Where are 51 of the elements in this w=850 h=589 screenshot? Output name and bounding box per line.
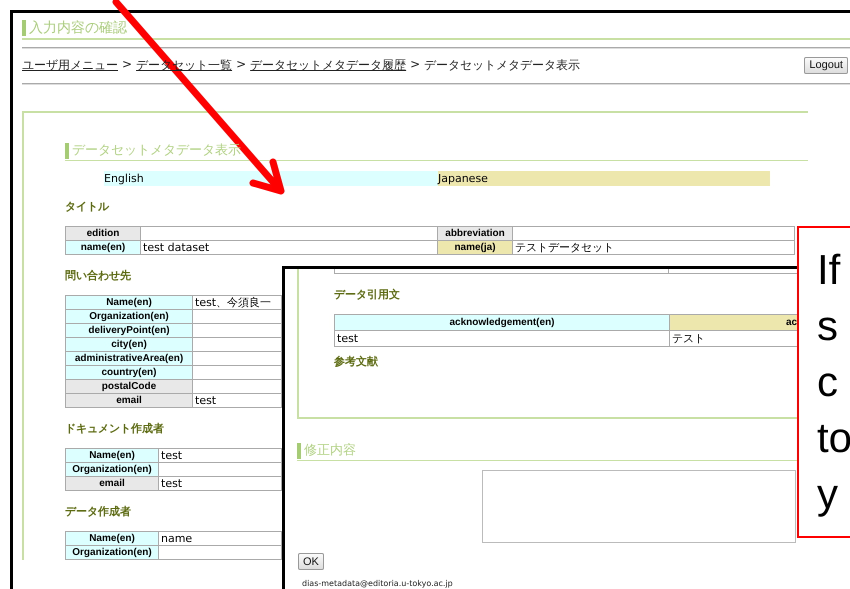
field-label: city(en)	[66, 338, 192, 352]
field-label: Organization(en)	[66, 310, 192, 324]
callout-text: c	[817, 357, 839, 407]
breadcrumb-current: データセットメタデータ表示	[424, 56, 580, 74]
section-title: 修正内容	[297, 443, 356, 459]
breadcrumb-separator: >	[236, 56, 246, 72]
field-label: deliveryPoint(en)	[66, 324, 192, 338]
section-heading: 参考文献	[334, 355, 379, 369]
breadcrumb-separator: >	[410, 56, 420, 72]
field-value: test	[158, 448, 282, 462]
breadcrumb-link[interactable]: データセットメタデータ履歴	[250, 56, 406, 74]
field-label: administrativeArea(en)	[66, 352, 192, 366]
section-heading: 問い合わせ先	[65, 269, 132, 283]
text-area[interactable]	[482, 470, 796, 543]
ok-button[interactable]: OK	[298, 553, 324, 570]
section-heading: データ引用文	[334, 288, 401, 302]
field-label: Name(en)	[66, 448, 158, 462]
table-cell: test	[334, 330, 670, 346]
page-title: 入力内容の確認	[22, 20, 127, 36]
field-label: name(en)	[66, 240, 140, 254]
field-label: Name(en)	[66, 532, 158, 546]
field-value: test、今須良一	[192, 296, 282, 310]
section-heading: ドキュメント作成者	[65, 422, 165, 436]
field-label: email	[66, 394, 192, 408]
field-value: test	[192, 394, 282, 408]
field-label: email	[66, 476, 158, 490]
section-heading: タイトル	[65, 200, 110, 214]
logout-button[interactable]: Logout	[804, 56, 848, 74]
field-label: Name(en)	[66, 296, 192, 310]
field-label: abbreviation	[438, 226, 512, 240]
callout-text: If	[817, 245, 842, 295]
field-value: test	[158, 476, 282, 490]
breadcrumb-link[interactable]: ユーザ用メニュー	[22, 56, 118, 74]
field-label: name(ja)	[438, 240, 512, 254]
field-label: country(en)	[66, 366, 192, 380]
field-label: Organization(en)	[66, 462, 158, 476]
section-title: データセットメタデータ表示	[65, 143, 241, 159]
field-label: edition	[66, 226, 140, 240]
breadcrumb-separator: >	[122, 56, 132, 72]
legend-label: English	[104, 171, 438, 186]
field-label: Organization(en)	[66, 546, 158, 560]
column-header: acknowledgement(en)	[334, 314, 670, 330]
field-value: name	[158, 532, 282, 546]
callout-text: to	[817, 413, 850, 463]
footer-email: dias-metadata@editoria.u-tokyo.ac.jp	[302, 579, 454, 588]
field-value: test dataset	[140, 240, 438, 254]
section-heading: データ作成者	[65, 505, 132, 519]
legend-label: Japanese	[438, 171, 770, 186]
callout-text: y	[817, 469, 839, 519]
field-value: テストデータセット	[512, 240, 794, 254]
field-label: postalCode	[66, 380, 192, 394]
